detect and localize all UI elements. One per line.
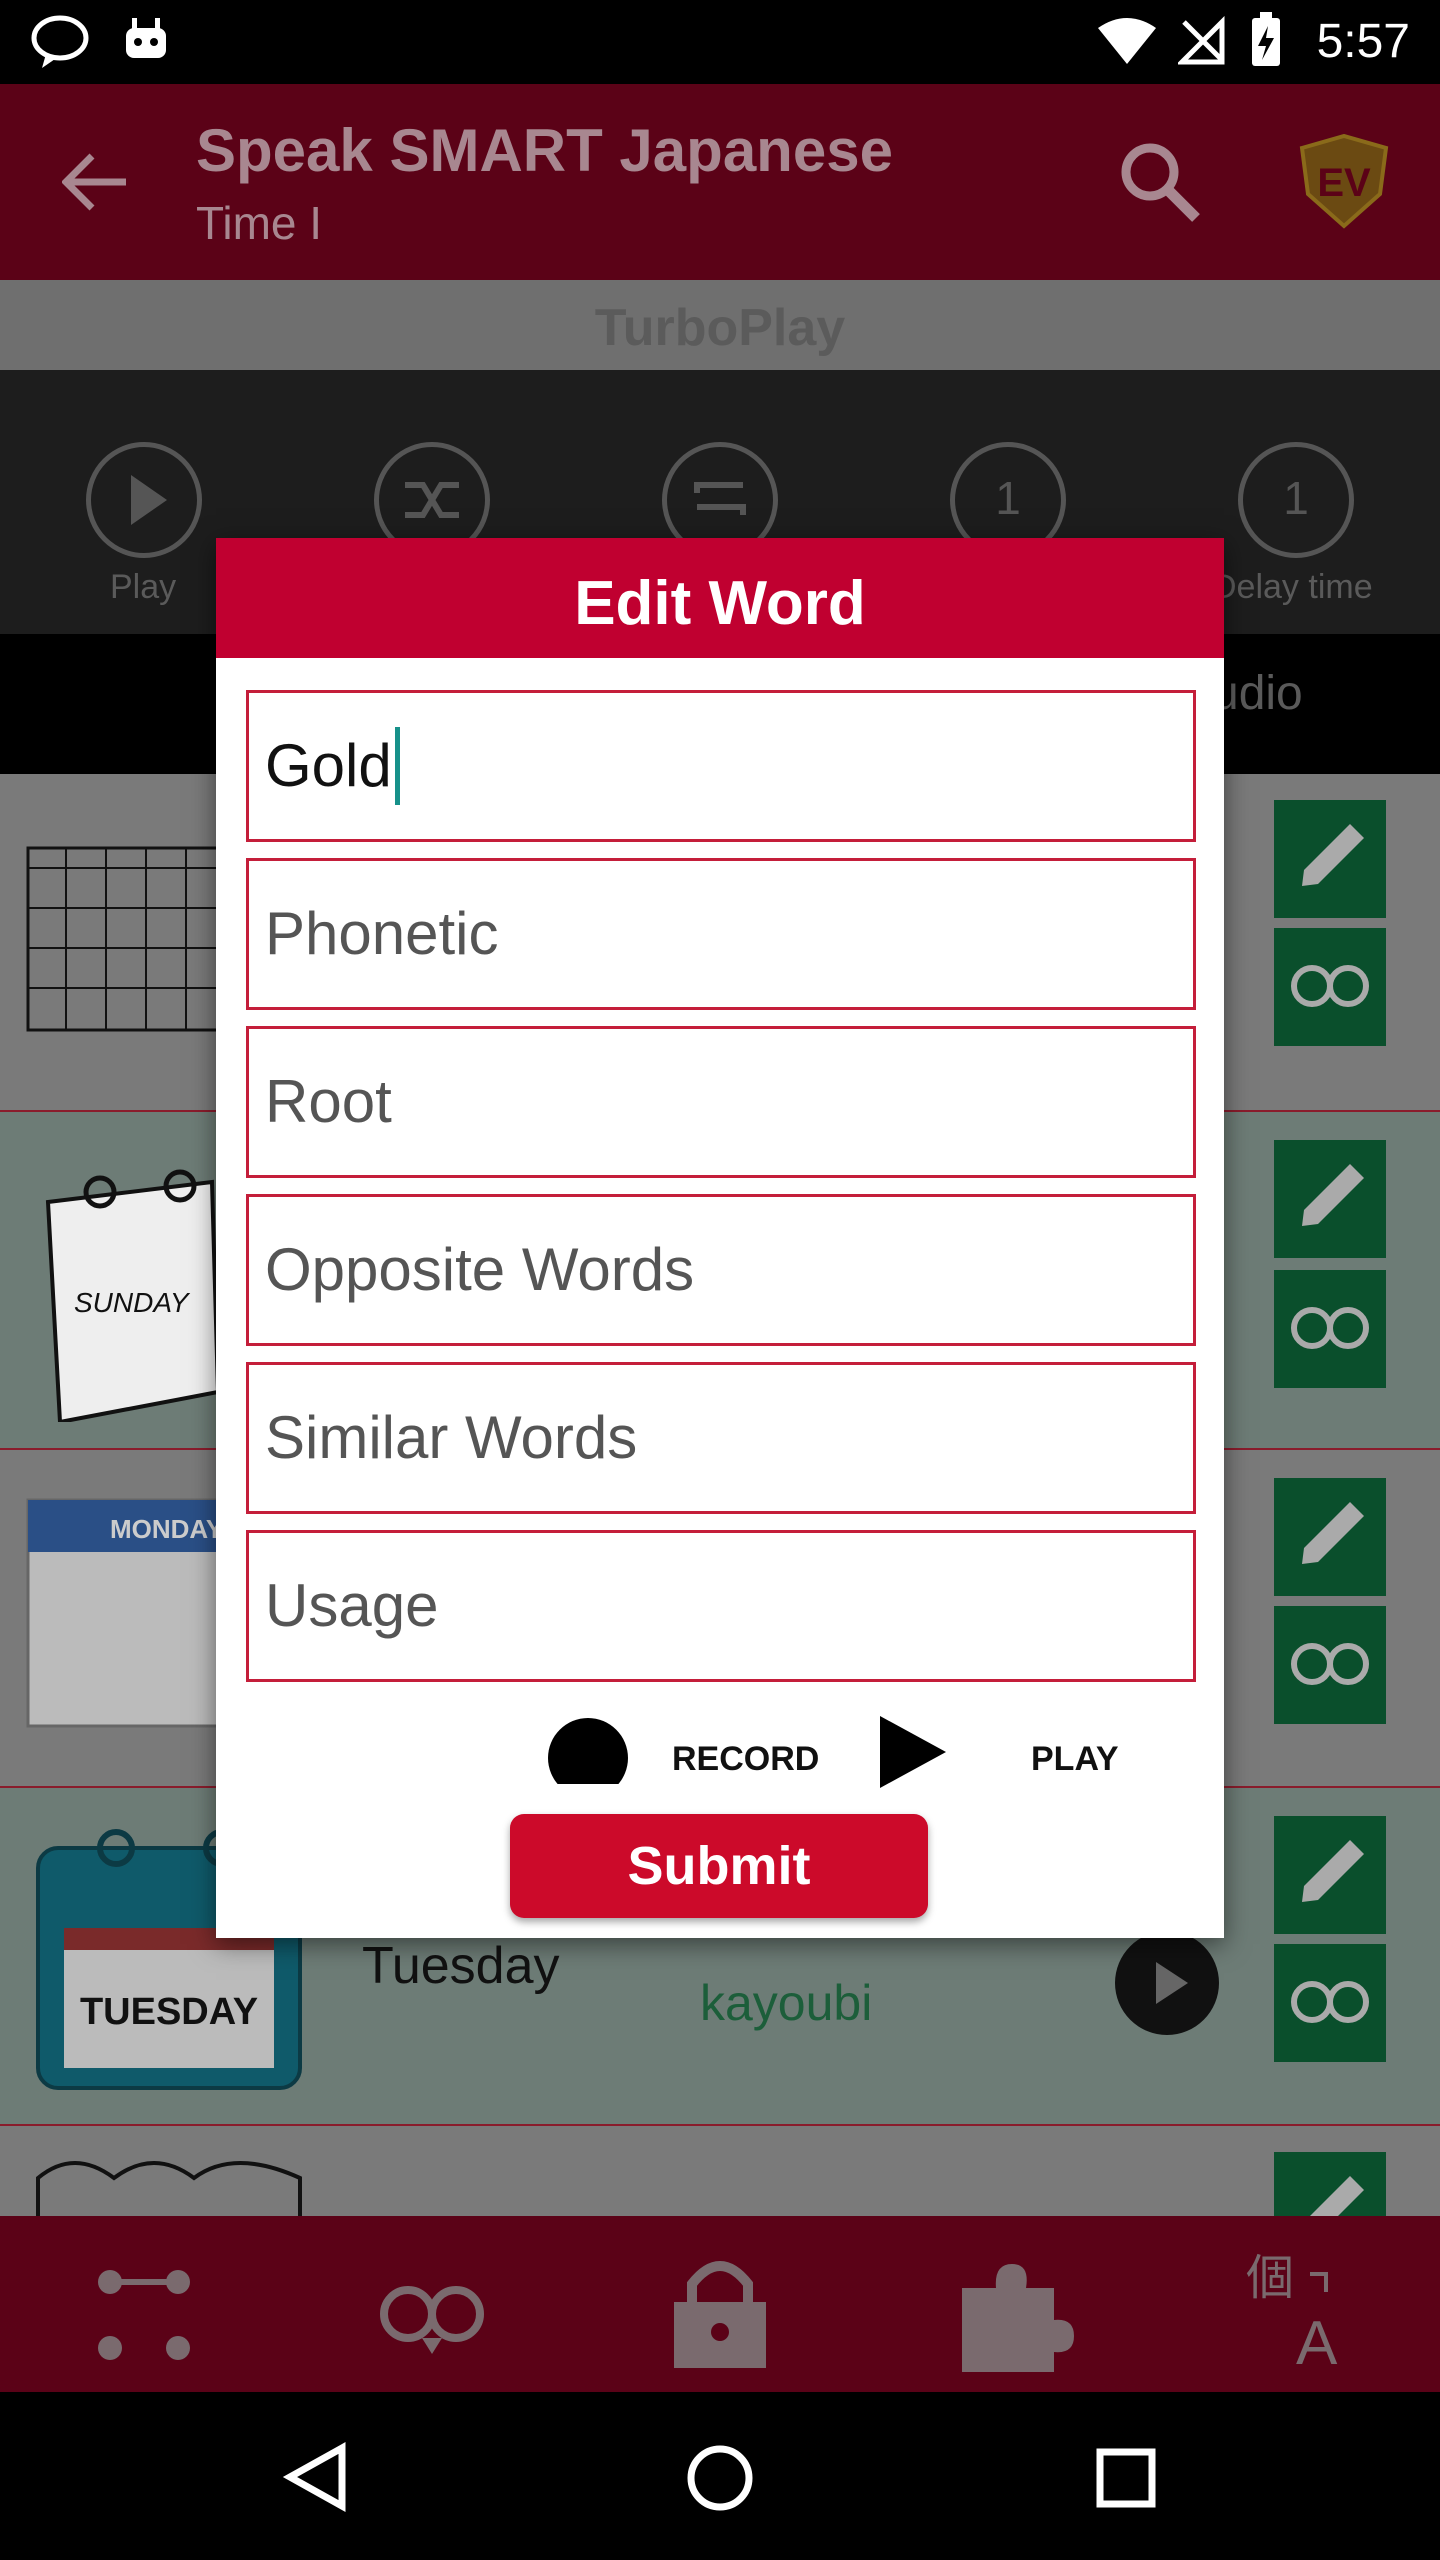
play-audio-icon[interactable] <box>1114 1930 1220 2036</box>
root-field[interactable]: Root <box>246 1026 1196 1178</box>
svg-text:A: A <box>1296 2309 1338 2374</box>
owl-icon[interactable] <box>1274 1944 1386 2062</box>
no-signal-icon <box>1178 16 1225 65</box>
dialog-header: Edit Word <box>216 538 1224 658</box>
play-control[interactable] <box>86 442 202 558</box>
monday-calendar-image: MONDAY <box>26 1498 226 1728</box>
pencil-icon <box>1310 2176 1364 2216</box>
app-title: Speak SMART Japanese <box>196 117 893 184</box>
sunday-calendar-image: SUNDAY <box>45 1169 220 1422</box>
delay-time-value: 1 <box>1283 472 1309 524</box>
calendar-image-partial <box>36 2161 302 2216</box>
back-arrow-icon[interactable] <box>62 152 130 212</box>
edit-pencil-icon[interactable] <box>1274 1478 1386 1596</box>
play-icon[interactable] <box>880 1716 946 1788</box>
wifi-icon <box>1098 18 1156 64</box>
pencil-icon <box>1302 1502 1364 1564</box>
edit-pencil-icon[interactable] <box>1274 1140 1386 1258</box>
calendar-image <box>26 846 226 1032</box>
tuesday-image-text: TUESDAY <box>80 1991 258 2033</box>
list-item[interactable] <box>0 2126 1440 2216</box>
owl-nav-icon[interactable] <box>362 2234 502 2374</box>
pencil-icon <box>1302 1164 1364 1226</box>
usage-field[interactable]: Usage <box>246 1530 1196 1682</box>
status-time: 5:57 <box>1316 15 1410 68</box>
status-bar: 5:57 <box>0 0 1440 84</box>
owl-icon[interactable] <box>1274 928 1386 1046</box>
turboplay-label: TurboPlay <box>594 299 846 357</box>
pencil-icon <box>1302 824 1364 886</box>
record-label[interactable]: RECORD <box>672 1740 819 1779</box>
edit-word-dialog: Edit Word Gold Phonetic Root Opposite Wo… <box>216 538 1224 1938</box>
puzzle-icon[interactable] <box>938 2234 1078 2374</box>
battery-charging-icon <box>1252 12 1280 66</box>
owl-icon[interactable] <box>1274 1606 1386 1724</box>
bottom-nav: 個 A <box>0 2216 1440 2392</box>
system-nav-bar <box>0 2392 1440 2560</box>
edit-pencil-icon[interactable] <box>1274 1816 1386 1934</box>
delay-time-label: Delay time <box>1212 568 1373 606</box>
word-field-value: Gold <box>265 732 392 799</box>
chat-bubble-icon <box>31 15 89 68</box>
ev-logo-icon[interactable]: EV <box>1296 134 1392 230</box>
similar-words-field[interactable]: Similar Words <box>246 1362 1196 1514</box>
pencil-icon <box>1302 1840 1364 1902</box>
owl-glyph-icon <box>1291 965 1369 1007</box>
text-cursor <box>394 727 400 806</box>
word-field[interactable]: Gold <box>246 690 1196 842</box>
owl-glyph-icon <box>1291 1981 1369 2023</box>
play-icon <box>131 475 167 525</box>
play-control-label: Play <box>110 568 177 606</box>
monday-image-text: MONDAY <box>110 1514 223 1544</box>
word-romaji: kayoubi <box>700 1975 873 2031</box>
edit-pencil-icon[interactable] <box>1274 2152 1386 2216</box>
owl-glyph-icon <box>1291 1643 1369 1685</box>
owl-icon[interactable] <box>1274 1270 1386 1388</box>
translate-icon[interactable]: 個 A <box>1226 2234 1366 2374</box>
svg-text:EV: EV <box>1317 161 1371 205</box>
android-icon <box>126 18 166 58</box>
sunday-image-text: SUNDAY <box>74 1287 191 1318</box>
opposite-words-field[interactable]: Opposite Words <box>246 1194 1196 1346</box>
search-icon[interactable] <box>1116 138 1202 224</box>
submit-button[interactable]: Submit <box>510 1814 928 1918</box>
lock-icon[interactable] <box>650 2234 790 2374</box>
owl-glyph-icon <box>1291 1307 1369 1349</box>
dialog-title: Edit Word <box>574 569 866 638</box>
phonetic-field[interactable]: Phonetic <box>246 858 1196 1010</box>
recents-nav-icon[interactable] <box>1096 2448 1156 2508</box>
svg-text:個: 個 <box>1246 2250 1294 2306</box>
play-label[interactable]: PLAY <box>1031 1740 1119 1779</box>
delay-time-control[interactable]: 1 <box>1238 442 1354 558</box>
repeat-count-value: 1 <box>995 472 1021 524</box>
edit-pencil-icon[interactable] <box>1274 800 1386 918</box>
app-subtitle: Time I <box>196 197 323 249</box>
back-nav-icon[interactable] <box>282 2442 352 2512</box>
tab-audio[interactable]: udio <box>1212 666 1303 721</box>
home-nav-icon[interactable] <box>686 2444 754 2512</box>
word-english: Tuesday <box>362 1937 560 1995</box>
tiles-icon[interactable] <box>74 2234 214 2374</box>
